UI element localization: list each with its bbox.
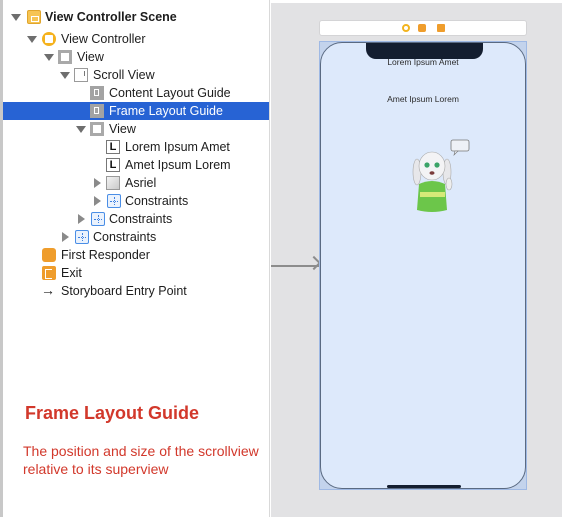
left-eye bbox=[424, 162, 430, 168]
constraints-icon bbox=[75, 230, 89, 244]
disclosure-collapsed-icon[interactable] bbox=[94, 196, 101, 206]
entry-arrow-icon: → bbox=[41, 282, 55, 298]
storyboard-scene-icon bbox=[27, 10, 41, 24]
storyboard-canvas[interactable]: Lorem Ipsum Amet Amet Ipsum Lorem bbox=[271, 3, 562, 517]
outline-item-label: Storyboard Entry Point bbox=[61, 284, 187, 298]
view-icon bbox=[90, 122, 104, 136]
view-controller-icon bbox=[42, 32, 56, 46]
label-amet-ipsum-lorem[interactable]: Amet Ipsum Lorem bbox=[321, 94, 525, 104]
speech-bubble-icon bbox=[450, 139, 470, 152]
sweater-stripe bbox=[420, 192, 445, 197]
caption-body: The position and size of the scrollview … bbox=[23, 443, 259, 477]
caption-title: Frame Layout Guide bbox=[25, 403, 200, 423]
outline-item-frame-layout-guide[interactable]: Frame Layout Guide bbox=[3, 102, 269, 120]
outline-item-asriel[interactable]: Asriel bbox=[3, 174, 269, 192]
right-eye bbox=[434, 162, 440, 168]
outline-item-label: Exit bbox=[61, 266, 82, 280]
layout-guide-icon bbox=[90, 86, 104, 100]
speech-bubble-tail bbox=[453, 150, 459, 156]
scene-dock-bar[interactable] bbox=[319, 20, 527, 36]
image-view-icon bbox=[106, 176, 120, 190]
view-icon bbox=[58, 50, 72, 64]
outline-item-label: Lorem Ipsum Amet bbox=[125, 140, 230, 154]
outline-item-label-lorem[interactable]: L Lorem Ipsum Amet bbox=[3, 138, 269, 156]
outline-item-label: Constraints bbox=[125, 194, 189, 208]
label-icon: L bbox=[106, 158, 120, 172]
constraints-icon bbox=[107, 194, 121, 208]
first-responder-icon[interactable] bbox=[418, 24, 426, 32]
iphone-scene[interactable]: Lorem Ipsum Amet Amet Ipsum Lorem bbox=[320, 42, 526, 489]
disclosure-expanded-icon[interactable] bbox=[11, 14, 21, 21]
disclosure-collapsed-icon[interactable] bbox=[78, 214, 85, 224]
outline-item-label: View bbox=[109, 122, 136, 136]
outline-item-label: First Responder bbox=[61, 248, 150, 262]
view-controller-icon[interactable] bbox=[402, 24, 410, 32]
outline-item-label: View Controller Scene bbox=[45, 10, 177, 24]
outline-item-view[interactable]: View bbox=[3, 48, 269, 66]
outline-item-scroll-view[interactable]: Scroll View bbox=[3, 66, 269, 84]
asriel-image-view[interactable] bbox=[405, 138, 471, 216]
outline-item-label: Frame Layout Guide bbox=[109, 104, 223, 118]
outline-item-label: Constraints bbox=[93, 230, 157, 244]
outline-item-label: View Controller bbox=[61, 32, 146, 46]
label-icon: L bbox=[106, 140, 120, 154]
outline-item-label: Asriel bbox=[125, 176, 157, 190]
outline-item-view-controller-scene[interactable]: View Controller Scene bbox=[3, 8, 269, 26]
mouth bbox=[429, 171, 435, 175]
outline-item-exit[interactable]: Exit bbox=[3, 264, 269, 282]
outline-item-label: View bbox=[77, 50, 104, 64]
outline-item-first-responder[interactable]: First Responder bbox=[3, 246, 269, 264]
disclosure-expanded-icon[interactable] bbox=[44, 54, 54, 61]
outline-item-label: Amet Ipsum Lorem bbox=[125, 158, 231, 172]
outline-item-label: Scroll View bbox=[93, 68, 155, 82]
disclosure-expanded-icon[interactable] bbox=[60, 72, 70, 79]
outline-item-label: Content Layout Guide bbox=[109, 86, 231, 100]
exit-icon bbox=[42, 266, 56, 280]
constraints-icon bbox=[91, 212, 105, 226]
raised-hand bbox=[445, 177, 453, 191]
outline-item-label: Constraints bbox=[109, 212, 173, 226]
outline-item-constraints[interactable]: Constraints bbox=[3, 228, 269, 246]
outline-item-content-layout-guide[interactable]: Content Layout Guide bbox=[3, 84, 269, 102]
head bbox=[418, 151, 446, 181]
exit-icon[interactable] bbox=[437, 24, 445, 32]
layout-guide-icon bbox=[90, 104, 104, 118]
first-responder-icon bbox=[42, 248, 56, 262]
outline-item-constraints[interactable]: Constraints bbox=[3, 192, 269, 210]
label-lorem-ipsum-amet[interactable]: Lorem Ipsum Amet bbox=[321, 57, 525, 67]
document-outline: View Controller Scene View Controller Vi… bbox=[0, 0, 270, 517]
disclosure-collapsed-icon[interactable] bbox=[94, 178, 101, 188]
home-indicator bbox=[387, 485, 461, 488]
scroll-view-icon bbox=[74, 68, 88, 82]
outline-item-view[interactable]: View bbox=[3, 120, 269, 138]
disclosure-collapsed-icon[interactable] bbox=[62, 232, 69, 242]
disclosure-expanded-icon[interactable] bbox=[76, 126, 86, 133]
outline-item-label-amet[interactable]: L Amet Ipsum Lorem bbox=[3, 156, 269, 174]
outline-item-constraints[interactable]: Constraints bbox=[3, 210, 269, 228]
outline-item-storyboard-entry-point[interactable]: → Storyboard Entry Point bbox=[3, 282, 269, 300]
disclosure-expanded-icon[interactable] bbox=[27, 36, 37, 43]
outline-item-view-controller[interactable]: View Controller bbox=[3, 30, 269, 48]
